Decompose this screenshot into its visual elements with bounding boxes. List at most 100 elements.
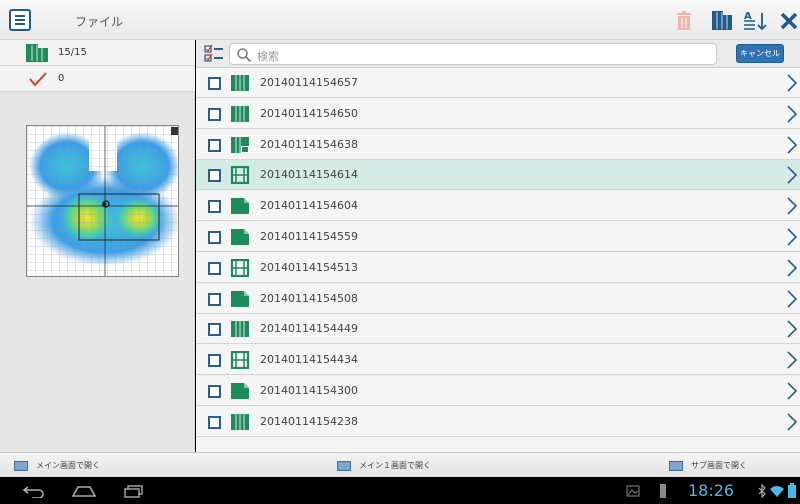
image-file-icon <box>231 383 249 399</box>
selected-count-row: 0 <box>0 66 195 92</box>
data-file-icon <box>231 413 249 430</box>
video-file-icon <box>230 258 250 277</box>
row-checkbox[interactable] <box>208 200 221 214</box>
data-file-icon <box>231 75 249 91</box>
chevron-right-icon[interactable] <box>786 412 798 432</box>
row-checkbox[interactable] <box>208 415 221 429</box>
heatmap-image <box>27 126 178 276</box>
chevron-right-icon[interactable] <box>786 196 798 216</box>
left-panel: 15/15 0 <box>0 40 195 452</box>
image-file-icon <box>231 229 249 245</box>
chevron-right-icon[interactable] <box>786 381 798 401</box>
file-row[interactable]: 20140114154559 <box>196 222 800 252</box>
search-placeholder: 検索 <box>257 50 279 63</box>
row-checkbox[interactable] <box>208 261 221 275</box>
selected-count-label: 0 <box>58 73 65 84</box>
sort-icon[interactable]: A <box>743 9 767 31</box>
row-checkbox[interactable] <box>208 138 221 152</box>
file-row[interactable]: 20140114154650 <box>196 98 800 129</box>
file-row[interactable]: 20140114154638 <box>196 129 800 160</box>
video-file-icon <box>230 351 250 370</box>
system-nav-bar: 18:26 <box>0 477 800 504</box>
chevron-right-icon[interactable] <box>786 319 798 339</box>
chevron-right-icon[interactable] <box>786 350 798 370</box>
app-window: ファイル A 15/15 0 検索 キャンセル 20140114154657 2… <box>0 0 800 504</box>
preview-thumbnail <box>26 125 179 277</box>
row-checkbox[interactable] <box>208 107 221 121</box>
close-icon[interactable] <box>780 9 798 31</box>
checklist-icon[interactable] <box>204 44 224 64</box>
chevron-right-icon[interactable] <box>786 258 798 278</box>
chevron-right-icon[interactable] <box>786 73 798 93</box>
file-row[interactable]: 20140114154434 <box>196 345 800 376</box>
open-main-label: メイン画面で開く <box>36 461 100 470</box>
search-bar: 検索 キャンセル <box>196 40 800 68</box>
open-main1-button[interactable]: メイン１画面で開く <box>337 460 431 471</box>
chevron-right-icon[interactable] <box>786 135 798 155</box>
open-sub-label: サブ画面で開く <box>691 461 747 470</box>
sd-card-icon <box>660 484 666 498</box>
folder-grid-icon[interactable] <box>711 9 733 31</box>
file-row[interactable]: 20140114154614 <box>196 160 800 191</box>
file-list: 20140114154657 20140114154650 201401141546… <box>196 68 800 452</box>
checkmark-icon <box>29 72 47 87</box>
row-checkbox[interactable] <box>208 323 221 337</box>
chevron-right-icon[interactable] <box>786 227 798 247</box>
row-checkbox[interactable] <box>208 169 221 183</box>
file-count-label: 15/15 <box>58 47 87 58</box>
window-icon <box>14 460 28 471</box>
row-checkbox[interactable] <box>208 77 221 90</box>
file-row[interactable]: 20140114154449 <box>196 314 800 345</box>
window-icon <box>337 460 351 471</box>
row-checkbox[interactable] <box>208 354 221 368</box>
file-name: 20140114154508 <box>260 291 358 305</box>
cancel-button[interactable]: キャンセル <box>736 44 784 63</box>
file-name: 20140114154513 <box>260 260 358 274</box>
file-row[interactable]: 20140114154508 <box>196 283 800 314</box>
menu-icon[interactable] <box>9 9 31 31</box>
file-name: 20140114154638 <box>260 137 358 151</box>
file-name: 20140114154614 <box>260 168 358 182</box>
file-row-partial <box>196 437 800 452</box>
image-file-icon <box>231 198 249 215</box>
file-name: 20140114154238 <box>260 414 358 428</box>
file-row[interactable]: 20140114154513 <box>196 252 800 283</box>
row-checkbox[interactable] <box>208 231 221 244</box>
image-file-icon <box>231 290 249 307</box>
file-name: 20140114154434 <box>260 353 358 367</box>
file-name: 20140114154650 <box>260 106 358 120</box>
open-main1-label: メイン１画面で開く <box>359 461 431 470</box>
video-file-icon <box>230 166 250 185</box>
file-row[interactable]: 20140114154604 <box>196 191 800 222</box>
file-row[interactable]: 20140114154657 <box>196 68 800 98</box>
file-name: 20140114154559 <box>260 230 358 243</box>
recent-apps-icon[interactable] <box>124 485 144 498</box>
back-icon[interactable] <box>22 485 46 498</box>
trash-icon[interactable] <box>676 9 692 31</box>
row-checkbox[interactable] <box>208 385 221 398</box>
battery-icon <box>788 483 796 498</box>
search-icon <box>237 48 252 63</box>
file-grid-icon <box>26 44 48 62</box>
bluetooth-icon <box>758 484 766 498</box>
action-bar: メイン画面で開く メイン１画面で開く サブ画面で開く <box>0 452 800 477</box>
open-sub-button[interactable]: サブ画面で開く <box>669 460 747 471</box>
file-name: 20140114154300 <box>260 384 358 397</box>
chevron-right-icon[interactable] <box>786 165 798 185</box>
file-name: 20140114154657 <box>260 76 358 89</box>
file-row[interactable]: 20140114154238 <box>196 406 800 437</box>
file-name: 20140114154604 <box>260 199 358 213</box>
file-row[interactable]: 20140114154300 <box>196 376 800 406</box>
chevron-right-icon[interactable] <box>786 289 798 309</box>
search-input[interactable]: 検索 <box>229 43 717 65</box>
top-bar: ファイル A <box>0 0 800 40</box>
data-file-icon <box>231 321 249 338</box>
row-checkbox[interactable] <box>208 292 221 306</box>
page-title: ファイル <box>75 15 124 29</box>
chevron-right-icon[interactable] <box>786 104 798 124</box>
home-icon[interactable] <box>71 484 97 498</box>
data-file-icon <box>231 105 249 122</box>
open-main-button[interactable]: メイン画面で開く <box>14 460 100 471</box>
jpg-file-icon <box>231 136 249 153</box>
file-name: 20140114154449 <box>260 322 358 336</box>
